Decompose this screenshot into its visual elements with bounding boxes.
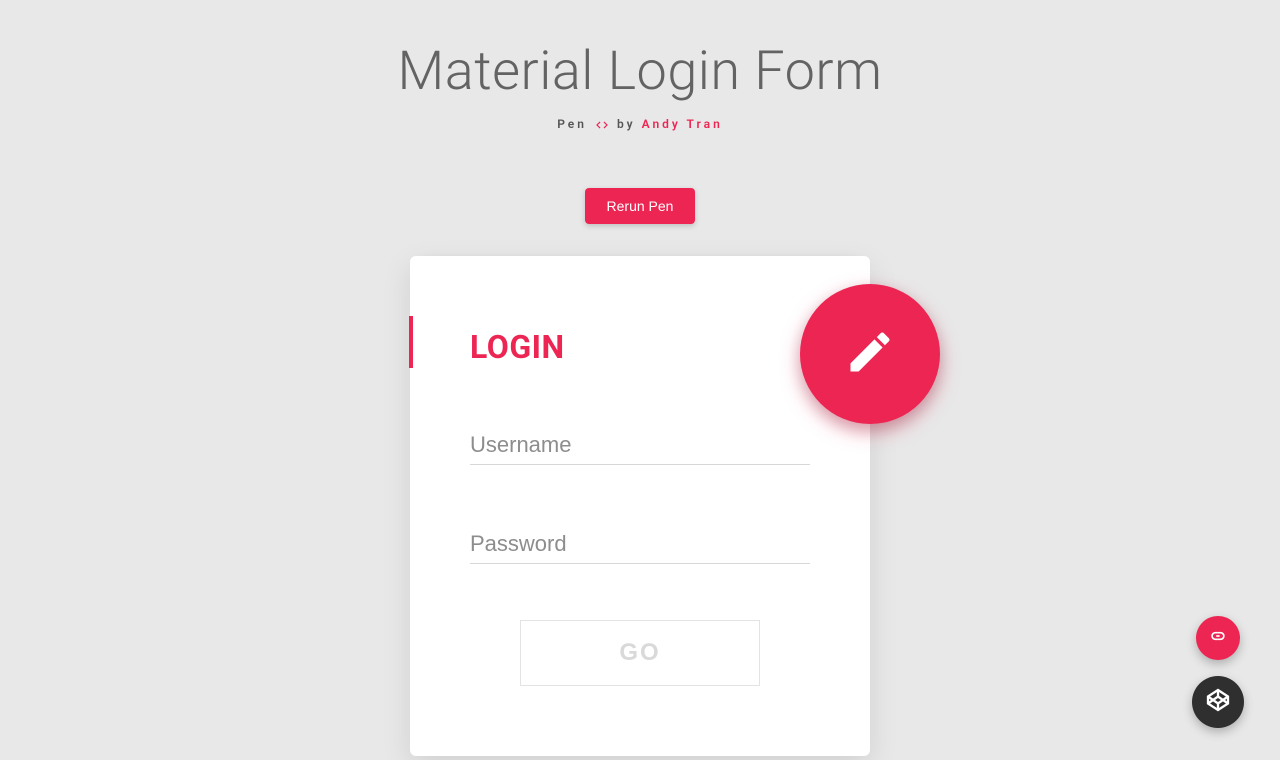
rerun-button[interactable]: Rerun Pen xyxy=(585,188,696,224)
code-icon xyxy=(595,118,609,132)
login-heading: LOGIN xyxy=(470,256,810,366)
byline-middle: by xyxy=(617,117,636,131)
codepen-button[interactable] xyxy=(1192,676,1244,728)
login-card: LOGIN GO xyxy=(410,256,870,756)
username-input[interactable] xyxy=(470,426,810,465)
accent-bar xyxy=(409,316,413,368)
link-icon xyxy=(1208,626,1228,650)
login-card-stack: LOGIN GO xyxy=(410,256,870,756)
submit-button[interactable]: GO xyxy=(520,620,760,686)
password-input[interactable] xyxy=(470,525,810,564)
floating-actions xyxy=(1192,616,1244,728)
byline: Pen by Andy Tran xyxy=(0,117,1280,132)
share-link-button[interactable] xyxy=(1196,616,1240,660)
register-fab[interactable] xyxy=(800,284,940,424)
author-link[interactable]: Andy Tran xyxy=(642,117,723,131)
codepen-icon xyxy=(1206,688,1230,716)
pencil-icon xyxy=(844,326,896,382)
page-title: Material Login Form xyxy=(0,40,1280,103)
byline-prefix: Pen xyxy=(557,117,587,131)
